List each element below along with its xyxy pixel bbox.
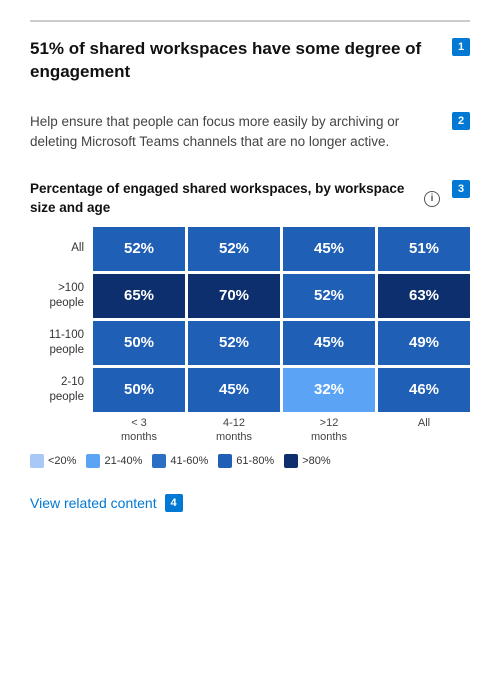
view-related-link[interactable]: View related content 4: [30, 494, 183, 512]
info-icon[interactable]: i: [424, 191, 440, 207]
main-headline: 51% of shared workspaces have some degre…: [30, 38, 470, 84]
top-divider: [30, 20, 470, 22]
col-header-empty: [30, 416, 90, 445]
cell-2-10-4-12: 45%: [188, 368, 280, 412]
legend-label-gt80: >80%: [302, 455, 330, 467]
cell-11-100-4-12: 52%: [188, 321, 280, 365]
cell-all-lt3: 52%: [93, 227, 185, 271]
description-text: Help ensure that people can focus more e…: [30, 112, 470, 153]
cell-2-10-all: 46%: [378, 368, 470, 412]
chart-section: 3 Percentage of engaged shared workspace…: [30, 180, 470, 468]
cell-11-100-gt12: 45%: [283, 321, 375, 365]
col-headers: < 3months 4-12months >12months All: [30, 416, 470, 445]
legend-box-lt20: [30, 454, 44, 468]
cell-gt100-lt3: 65%: [93, 274, 185, 318]
badge-4: 4: [165, 494, 183, 512]
badge-2: 2: [452, 112, 470, 130]
cell-2-10-lt3: 50%: [93, 368, 185, 412]
headline-section: 1 51% of shared workspaces have some deg…: [30, 38, 470, 84]
chart-row-all: All 52% 52% 45% 51%: [30, 227, 470, 271]
row-label-11-100: 11-100 people: [30, 321, 90, 365]
legend-label-lt20: <20%: [48, 455, 76, 467]
legend-item-41-60: 41-60%: [152, 454, 208, 468]
view-related-label: View related content: [30, 495, 157, 511]
chart-wrapper: All 52% 52% 45% 51% >100 people 65% 70% …: [30, 227, 470, 445]
chart-title: Percentage of engaged shared workspaces,…: [30, 180, 470, 216]
cell-gt100-all: 63%: [378, 274, 470, 318]
legend-box-21-40: [86, 454, 100, 468]
chart-row-gt100: >100 people 65% 70% 52% 63%: [30, 274, 470, 318]
cell-all-all: 51%: [378, 227, 470, 271]
legend-item-61-80: 61-80%: [218, 454, 274, 468]
chart-row-2-10: 2-10 people 50% 45% 32% 46%: [30, 368, 470, 412]
cell-11-100-lt3: 50%: [93, 321, 185, 365]
legend-label-41-60: 41-60%: [170, 455, 208, 467]
legend-box-gt80: [284, 454, 298, 468]
cell-gt100-4-12: 70%: [188, 274, 280, 318]
cell-gt100-gt12: 52%: [283, 274, 375, 318]
legend-item-21-40: 21-40%: [86, 454, 142, 468]
page-container: 1 51% of shared workspaces have some deg…: [0, 0, 500, 532]
row-label-all: All: [30, 227, 90, 271]
chart-legend: <20% 21-40% 41-60% 61-80% >80%: [30, 454, 470, 468]
subtext-section: 2 Help ensure that people can focus more…: [30, 112, 470, 153]
cell-11-100-all: 49%: [378, 321, 470, 365]
legend-item-gt80: >80%: [284, 454, 330, 468]
badge-3: 3: [452, 180, 470, 198]
col-header-4-12: 4-12months: [188, 416, 280, 445]
col-header-gt12: >12months: [283, 416, 375, 445]
chart-row-11-100: 11-100 people 50% 52% 45% 49%: [30, 321, 470, 365]
legend-box-61-80: [218, 454, 232, 468]
col-header-lt3: < 3months: [93, 416, 185, 445]
col-header-all: All: [378, 416, 470, 445]
legend-label-21-40: 21-40%: [104, 455, 142, 467]
badge-1: 1: [452, 38, 470, 56]
row-label-2-10: 2-10 people: [30, 368, 90, 412]
legend-label-61-80: 61-80%: [236, 455, 274, 467]
legend-box-41-60: [152, 454, 166, 468]
row-label-gt100: >100 people: [30, 274, 90, 318]
cell-all-gt12: 45%: [283, 227, 375, 271]
legend-item-lt20: <20%: [30, 454, 76, 468]
cell-all-4-12: 52%: [188, 227, 280, 271]
cell-2-10-gt12: 32%: [283, 368, 375, 412]
view-related-container: View related content 4: [30, 478, 470, 512]
